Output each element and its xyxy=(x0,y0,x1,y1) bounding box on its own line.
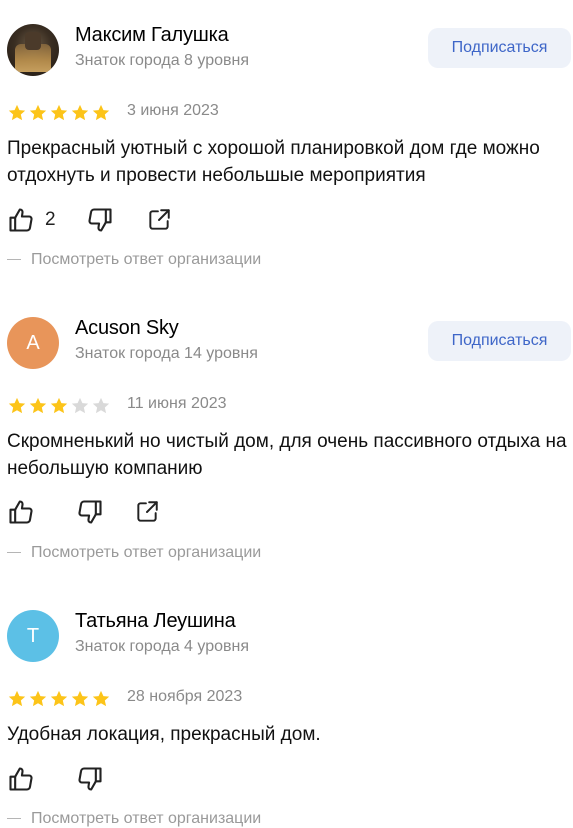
thumbs-up-icon xyxy=(7,765,35,793)
like-button[interactable]: 2 xyxy=(7,206,56,234)
review-text: Скромненький но чистый дом, для очень па… xyxy=(7,431,567,479)
star-filled-icon xyxy=(29,690,47,707)
star-filled-icon xyxy=(71,690,89,707)
dislike-button[interactable] xyxy=(86,206,114,234)
star-filled-icon xyxy=(8,104,26,121)
star-filled-icon xyxy=(71,104,89,121)
org-reply-label: Посмотреть ответ организации xyxy=(31,251,262,268)
star-filled-icon xyxy=(29,104,47,121)
thumbs-down-icon xyxy=(76,765,104,793)
author-level: Знаток города 14 уровня xyxy=(75,345,258,362)
review-actions: 2 xyxy=(7,206,172,234)
subscribe-button[interactable]: Подписаться xyxy=(428,28,571,68)
org-reply-link[interactable]: Посмотреть ответ организации xyxy=(7,810,261,828)
review-date: 28 ноября 2023 xyxy=(127,688,243,705)
author-name[interactable]: Acuson Sky xyxy=(75,317,179,340)
share-button[interactable] xyxy=(146,207,172,233)
thumbs-up-icon xyxy=(7,206,35,234)
dislike-button[interactable] xyxy=(76,765,104,793)
author-name[interactable]: Татьяна Леушина xyxy=(75,610,236,633)
author-level: Знаток города 8 уровня xyxy=(75,52,250,69)
thumbs-up-icon xyxy=(7,498,35,526)
avatar[interactable]: A xyxy=(7,317,59,369)
org-reply-label: Посмотреть ответ организации xyxy=(31,544,262,561)
share-icon xyxy=(134,499,160,525)
review-text: Прекрасный уютный с хорошой планировкой … xyxy=(7,138,540,186)
star-empty-icon xyxy=(92,397,110,414)
avatar-letter: A xyxy=(26,331,40,354)
star-filled-icon xyxy=(50,690,68,707)
review-date: 11 июня 2023 xyxy=(127,395,227,412)
subscribe-button[interactable]: Подписаться xyxy=(428,321,571,361)
star-filled-icon xyxy=(50,397,68,414)
review-date: 3 июня 2023 xyxy=(127,102,219,119)
star-filled-icon xyxy=(29,397,47,414)
avatar-letter: Т xyxy=(26,624,40,647)
share-icon xyxy=(146,207,172,233)
star-filled-icon xyxy=(50,104,68,121)
review-text: Удобная локация, прекрасный дом. xyxy=(7,724,321,745)
star-filled-icon xyxy=(8,397,26,414)
like-count: 2 xyxy=(45,209,56,230)
thumbs-down-icon xyxy=(86,206,114,234)
star-filled-icon xyxy=(92,104,110,121)
like-button[interactable] xyxy=(7,765,45,793)
star-empty-icon xyxy=(71,397,89,414)
rating-stars xyxy=(7,103,111,123)
review-actions xyxy=(7,498,160,526)
org-reply-link[interactable]: Посмотреть ответ организации xyxy=(7,544,261,562)
star-filled-icon xyxy=(92,690,110,707)
like-button[interactable] xyxy=(7,498,45,526)
avatar[interactable] xyxy=(7,24,59,76)
thumbs-down-icon xyxy=(76,498,104,526)
star-filled-icon xyxy=(8,690,26,707)
share-button[interactable] xyxy=(134,499,160,525)
author-name[interactable]: Максим Галушка xyxy=(75,24,229,47)
rating-stars xyxy=(7,689,111,709)
avatar[interactable]: Т xyxy=(7,610,59,662)
author-level: Знаток города 4 уровня xyxy=(75,638,250,655)
org-reply-link[interactable]: Посмотреть ответ организации xyxy=(7,251,261,269)
review-actions xyxy=(7,765,104,793)
rating-stars xyxy=(7,396,111,416)
dislike-button[interactable] xyxy=(76,498,104,526)
